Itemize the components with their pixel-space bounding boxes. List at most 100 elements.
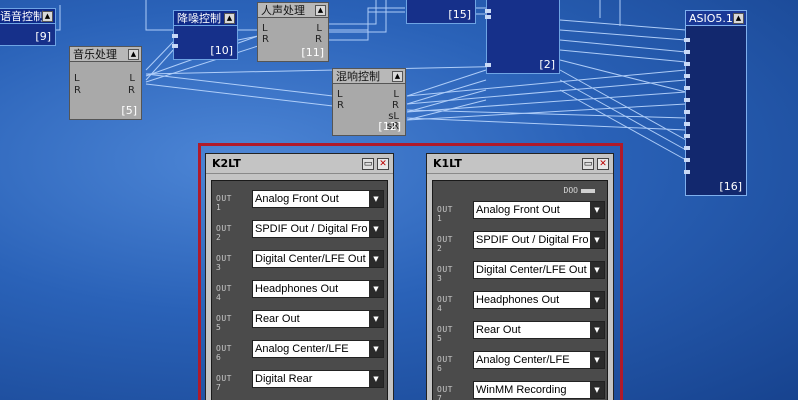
output-label: OUT 2	[216, 224, 232, 242]
node-voice-control[interactable]: 语音控制 ▲ [9]	[0, 8, 56, 46]
input-pad[interactable]	[485, 9, 491, 13]
output-label: OUT 6	[216, 344, 232, 362]
output-select[interactable]: Digital Rear ▼	[252, 370, 384, 388]
input-pad[interactable]	[684, 50, 690, 54]
node-music-processing[interactable]: 音乐处理 ▲ L R L R [5]	[69, 46, 142, 120]
dropdown-arrow-icon[interactable]: ▼	[369, 251, 383, 267]
output-select[interactable]: WinMM Recording ▼	[473, 381, 605, 399]
node-2[interactable]: [2]	[485, 0, 560, 74]
output-pin-l[interactable]: L	[129, 74, 135, 84]
minimize-icon[interactable]: ▭	[362, 158, 374, 170]
dropdown-arrow-icon[interactable]: ▼	[369, 311, 383, 327]
node-asio51[interactable]: ASIO5.1 ▲ [16]	[684, 10, 747, 196]
output-select[interactable]: Headphones Out ▼	[473, 291, 605, 309]
collapse-arrow-icon[interactable]: ▲	[733, 13, 744, 24]
node-title: ASIO5.1 ▲	[685, 10, 747, 26]
collapse-arrow-icon[interactable]: ▲	[128, 49, 139, 60]
dropdown-arrow-icon[interactable]: ▼	[369, 191, 383, 207]
input-pad[interactable]	[684, 38, 690, 42]
close-icon[interactable]: ✕	[597, 158, 609, 170]
dropdown-arrow-icon[interactable]: ▼	[369, 341, 383, 357]
doo-indicator[interactable]: DOO	[564, 186, 595, 195]
output-label: OUT 6	[437, 355, 453, 373]
output-select[interactable]: SPDIF Out / Digital Fro ▼	[252, 220, 384, 238]
close-icon[interactable]: ✕	[377, 158, 389, 170]
dropdown-arrow-icon[interactable]: ▼	[590, 352, 604, 368]
input-pad[interactable]	[485, 15, 491, 19]
node-15[interactable]: [15]	[406, 0, 476, 24]
node-number: [16]	[719, 180, 742, 193]
node-title: 音乐处理 ▲	[69, 46, 142, 62]
input-pad[interactable]	[485, 63, 491, 67]
input-pin-r[interactable]: R	[262, 35, 269, 45]
output-select[interactable]: Rear Out ▼	[252, 310, 384, 328]
node-title: 混响控制 ▲	[332, 68, 406, 84]
output-select[interactable]: SPDIF Out / Digital Fro ▼	[473, 231, 605, 249]
output-select[interactable]: Analog Front Out ▼	[252, 190, 384, 208]
node-number: [5]	[121, 104, 137, 117]
collapse-arrow-icon[interactable]: ▲	[42, 11, 53, 22]
minimize-icon[interactable]: ▭	[582, 158, 594, 170]
output-label: OUT 5	[437, 325, 453, 343]
node-title: 人声处理 ▲	[257, 2, 329, 18]
dropdown-arrow-icon[interactable]: ▼	[369, 281, 383, 297]
output-label: OUT 3	[437, 265, 453, 283]
output-select[interactable]: Analog Center/LFE ▼	[252, 340, 384, 358]
output-label: OUT 7	[216, 374, 232, 392]
panel-body: DOO OUT 1 Analog Front Out ▼ OUT 2 SPDIF Ou…	[432, 180, 608, 400]
output-pin-r[interactable]: R	[128, 86, 135, 96]
node-title: 降噪控制 ▲	[173, 10, 238, 26]
output-select[interactable]: Analog Front Out ▼	[473, 201, 605, 219]
output-select[interactable]: Digital Center/LFE Out ▼	[252, 250, 384, 268]
input-pad[interactable]	[684, 62, 690, 66]
input-pin-l[interactable]: L	[337, 90, 343, 100]
output-label: OUT 1	[437, 205, 453, 223]
input-pad[interactable]	[684, 134, 690, 138]
dropdown-arrow-icon[interactable]: ▼	[590, 382, 604, 398]
node-number: [10]	[210, 44, 233, 57]
output-pin-l[interactable]: L	[393, 90, 399, 100]
input-pad[interactable]	[684, 98, 690, 102]
input-pin-r[interactable]: R	[74, 86, 81, 96]
output-label: OUT 1	[216, 194, 232, 212]
dropdown-arrow-icon[interactable]: ▼	[369, 221, 383, 237]
node-number: [9]	[35, 30, 51, 43]
collapse-arrow-icon[interactable]: ▲	[392, 71, 403, 82]
input-pin-l[interactable]: L	[262, 24, 268, 34]
output-select[interactable]: Rear Out ▼	[473, 321, 605, 339]
dropdown-arrow-icon[interactable]: ▼	[369, 371, 383, 387]
panel-k2lt: K2LT ▭ ✕ OUT 1 Analog Front Out ▼ OUT 2 SPD…	[205, 153, 394, 400]
dropdown-arrow-icon[interactable]: ▼	[590, 232, 604, 248]
node-number: [12]	[378, 120, 401, 133]
input-pad[interactable]	[684, 74, 690, 78]
node-number: [2]	[539, 58, 555, 71]
input-pad[interactable]	[684, 158, 690, 162]
output-pin-r[interactable]: R	[392, 101, 399, 111]
node-vocal-processing[interactable]: 人声处理 ▲ L R L R [11]	[257, 2, 329, 62]
input-pin-r[interactable]: R	[337, 101, 344, 111]
input-pin-l[interactable]: L	[74, 74, 80, 84]
output-label: OUT 4	[216, 284, 232, 302]
input-pad[interactable]	[684, 86, 690, 90]
input-pad[interactable]	[684, 110, 690, 114]
output-label: OUT 2	[437, 235, 453, 253]
input-pad[interactable]	[684, 146, 690, 150]
output-select[interactable]: Analog Center/LFE ▼	[473, 351, 605, 369]
node-reverb-control[interactable]: 混响控制 ▲ L R L R sL sR [12]	[332, 68, 406, 136]
dropdown-arrow-icon[interactable]: ▼	[590, 292, 604, 308]
input-pad[interactable]	[172, 44, 178, 48]
dropdown-arrow-icon[interactable]: ▼	[590, 262, 604, 278]
output-pin-l[interactable]: L	[316, 24, 322, 34]
collapse-arrow-icon[interactable]: ▲	[224, 13, 235, 24]
dropdown-arrow-icon[interactable]: ▼	[590, 202, 604, 218]
collapse-arrow-icon[interactable]: ▲	[315, 5, 326, 16]
output-label: OUT 3	[216, 254, 232, 272]
output-pin-r[interactable]: R	[315, 35, 322, 45]
output-select[interactable]: Digital Center/LFE Out ▼	[473, 261, 605, 279]
input-pad[interactable]	[684, 170, 690, 174]
output-select[interactable]: Headphones Out ▼	[252, 280, 384, 298]
input-pad[interactable]	[684, 122, 690, 126]
dropdown-arrow-icon[interactable]: ▼	[590, 322, 604, 338]
input-pad[interactable]	[172, 34, 178, 38]
node-noise-reduction[interactable]: 降噪控制 ▲ [10]	[172, 10, 238, 60]
